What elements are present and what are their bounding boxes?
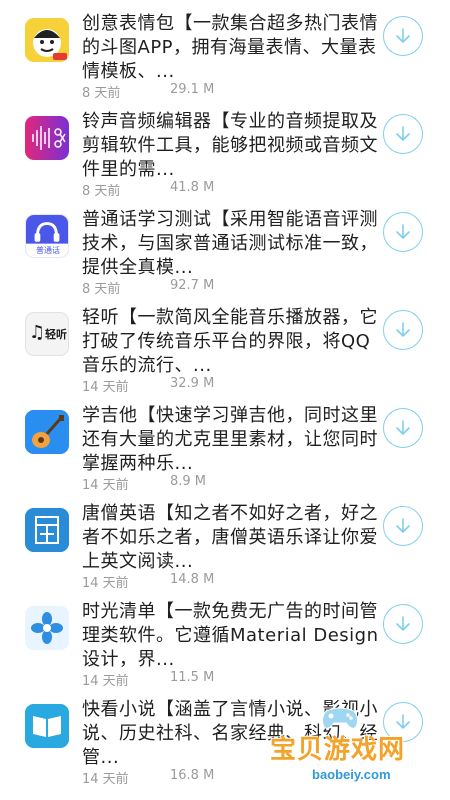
app-time: 14 天前 — [82, 772, 129, 787]
icon-label: 普通话 — [36, 246, 60, 255]
watermark-text: 宝贝游戏网 — [270, 735, 406, 765]
download-button[interactable] — [383, 114, 423, 154]
music-note-icon[interactable]: ♫ 轻听 — [25, 312, 69, 356]
list-item[interactable]: 唐僧英语【知之者不如好之者，好之者不如乐之者，唐僧英语乐译让你爱上英文阅读...… — [0, 490, 450, 591]
download-button[interactable] — [383, 16, 423, 56]
app-title[interactable]: 创意表情包【一款集合超多热门表情的斗图APP，拥有海量表情、大量表情模板、... — [82, 12, 382, 84]
download-arrow-icon — [396, 126, 410, 141]
app-title[interactable]: 唐僧英语【知之者不如好之者，好之者不如乐之者，唐僧英语乐译让你爱上英文阅读... — [82, 502, 382, 574]
site-watermark: 宝贝游戏网 baobeiy.com — [248, 705, 428, 795]
app-size: 16.8 M — [170, 768, 215, 783]
app-size: 8.9 M — [170, 474, 207, 489]
watermark-url: baobeiy.com — [312, 767, 391, 782]
download-button[interactable] — [383, 408, 423, 448]
app-title[interactable]: 学吉他【快速学习弹吉他，同时这里还有大量的尤克里里素材，让您同时掌握两种乐... — [82, 404, 382, 476]
note-glyph: ♫ — [29, 322, 46, 343]
download-arrow-icon — [396, 420, 410, 435]
app-size: 29.1 M — [170, 82, 215, 97]
download-arrow-icon — [396, 518, 410, 533]
app-title[interactable]: 普通话学习测试【采用智能语音评测技术，与国家普通话测试标准一致，提供全真模... — [82, 208, 382, 280]
book-character-icon[interactable] — [25, 508, 69, 552]
list-item[interactable]: 普通话 普通话学习测试【采用智能语音评测技术，与国家普通话测试标准一致，提供全真… — [0, 196, 450, 297]
download-arrow-icon — [396, 616, 410, 631]
download-button[interactable] — [383, 212, 423, 252]
list-item[interactable]: ♫ 轻听 轻听【一款简风全能音乐播放器，它打破了传统音乐平台的界限，将QQ音乐的… — [0, 294, 450, 395]
app-size: 32.9 M — [170, 376, 215, 391]
app-size: 92.7 M — [170, 278, 215, 293]
app-size: 41.8 M — [170, 180, 215, 195]
list-item[interactable]: 创意表情包【一款集合超多热门表情的斗图APP，拥有海量表情、大量表情模板、...… — [0, 0, 450, 101]
gamepad-icon — [321, 707, 359, 729]
headphones-icon[interactable]: 普通话 — [25, 214, 69, 258]
guitar-icon[interactable] — [25, 410, 69, 454]
app-size: 14.8 M — [170, 572, 215, 587]
app-title[interactable]: 时光清单【一款免费无广告的时间管理类软件。它遵循Material Design设… — [82, 600, 382, 672]
download-button[interactable] — [383, 310, 423, 350]
list-item[interactable]: 铃声音频编辑器【专业的音频提取及剪辑软件工具，能够把视频或音频文件里的需... … — [0, 98, 450, 199]
emoji-meme-icon[interactable] — [25, 18, 69, 62]
flower-icon[interactable] — [25, 606, 69, 650]
app-title[interactable]: 铃声音频编辑器【专业的音频提取及剪辑软件工具，能够把视频或音频文件里的需... — [82, 110, 382, 182]
open-book-icon[interactable] — [25, 704, 69, 748]
download-arrow-icon — [396, 224, 410, 239]
download-button[interactable] — [383, 506, 423, 546]
app-size: 11.5 M — [170, 670, 215, 685]
download-arrow-icon — [396, 322, 410, 337]
list-item[interactable]: 时光清单【一款免费无广告的时间管理类软件。它遵循Material Design设… — [0, 588, 450, 689]
download-arrow-icon — [396, 28, 410, 43]
list-item[interactable]: 学吉他【快速学习弹吉他，同时这里还有大量的尤克里里素材，让您同时掌握两种乐...… — [0, 392, 450, 493]
download-button[interactable] — [383, 604, 423, 644]
audio-scissors-icon[interactable] — [25, 116, 69, 160]
app-title[interactable]: 轻听【一款简风全能音乐播放器，它打破了传统音乐平台的界限，将QQ音乐的流行、..… — [82, 306, 382, 378]
icon-label: 轻听 — [45, 328, 67, 341]
